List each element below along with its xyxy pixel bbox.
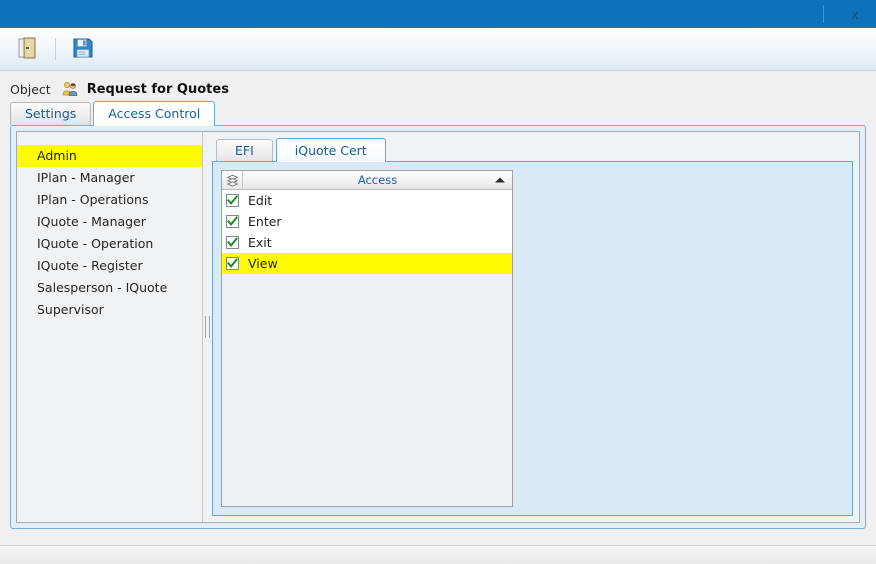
save-button[interactable] xyxy=(65,31,101,67)
title-bar-divider xyxy=(823,5,824,23)
certificate-tabstrip: EFI iQuote Cert xyxy=(212,138,853,162)
tab-iquote-cert[interactable]: iQuote Cert xyxy=(275,138,386,162)
access-control-panel: Admin IPlan - Manager IPlan - Operations… xyxy=(10,125,866,529)
main-tabstrip: Settings Access Control xyxy=(0,101,876,126)
access-row-checkbox-cell xyxy=(222,194,242,207)
main-toolbar xyxy=(0,28,876,71)
title-bar: x xyxy=(0,0,876,28)
access-grid-column-label: Access xyxy=(357,173,398,187)
role-list-item-salesperson-iquote[interactable]: Salesperson - IQuote xyxy=(17,277,202,299)
access-row-checkbox-cell xyxy=(222,257,242,270)
sort-ascending-icon xyxy=(495,177,505,183)
table-row[interactable]: View xyxy=(222,253,512,274)
checkbox-exit[interactable] xyxy=(225,236,239,249)
access-row-label: Edit xyxy=(248,193,273,208)
role-list-item-iquote-manager[interactable]: IQuote - Manager xyxy=(17,211,202,233)
access-row-label: View xyxy=(248,256,278,271)
access-grid-header: Access xyxy=(222,171,512,190)
table-row[interactable]: Edit xyxy=(222,190,512,211)
role-list-item-iplan-manager[interactable]: IPlan - Manager xyxy=(17,167,202,189)
tab-access-control[interactable]: Access Control xyxy=(93,101,216,126)
access-row-checkbox-cell xyxy=(222,215,242,228)
exit-button[interactable] xyxy=(10,31,46,67)
close-window-button[interactable]: x xyxy=(838,1,872,27)
access-row-checkbox-cell xyxy=(222,236,242,249)
splitter-grip-icon xyxy=(205,316,210,338)
role-list-item-iquote-operation[interactable]: IQuote - Operation xyxy=(17,233,202,255)
application-window: x Object Request for Quotes Settings Acc… xyxy=(0,0,876,564)
toolbar-divider xyxy=(55,38,56,60)
tab-efi[interactable]: EFI xyxy=(216,139,273,161)
panel-splitter[interactable] xyxy=(203,132,212,522)
access-grid-rows: Edit Enter Exit View xyxy=(222,190,512,274)
access-row-label: Enter xyxy=(248,214,282,229)
tab-settings[interactable]: Settings xyxy=(10,102,92,125)
access-grid-column-header[interactable]: Access xyxy=(243,171,512,189)
checkbox-edit[interactable] xyxy=(225,194,239,207)
floppy-save-icon xyxy=(71,36,95,63)
access-grid: Access Edit Enter Exit View xyxy=(221,170,513,507)
object-title: Request for Quotes xyxy=(86,81,229,97)
checkbox-enter[interactable] xyxy=(225,215,239,228)
door-exit-icon xyxy=(16,36,40,63)
access-control-panel-inner: Admin IPlan - Manager IPlan - Operations… xyxy=(16,131,860,523)
role-list-item-admin[interactable]: Admin xyxy=(17,145,202,167)
role-list-item-iquote-register[interactable]: IQuote - Register xyxy=(17,255,202,277)
iquote-cert-tabpage: Access Edit Enter Exit View xyxy=(212,161,853,516)
role-list-item-iplan-operations[interactable]: IPlan - Operations xyxy=(17,189,202,211)
user-person-icon xyxy=(61,80,79,98)
table-row[interactable]: Enter xyxy=(222,211,512,232)
table-row[interactable]: Exit xyxy=(222,232,512,253)
role-list-item-supervisor[interactable]: Supervisor xyxy=(17,299,202,321)
column-chooser-icon[interactable] xyxy=(222,171,243,189)
access-row-label: Exit xyxy=(248,235,272,250)
checkbox-view[interactable] xyxy=(225,257,239,270)
access-grid-body: Edit Enter Exit View xyxy=(222,190,512,506)
role-list: Admin IPlan - Manager IPlan - Operations… xyxy=(17,132,203,522)
object-header: Object Request for Quotes xyxy=(0,71,876,101)
access-content-area: EFI iQuote Cert Access Edit Enter Exit V… xyxy=(212,132,859,522)
object-label: Object xyxy=(10,81,51,97)
status-bar xyxy=(0,545,876,564)
